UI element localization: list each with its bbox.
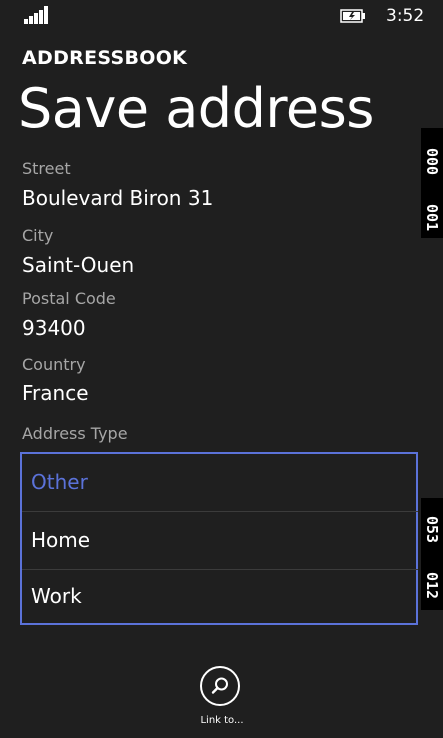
edge-badge-bottom-b: 012 (423, 572, 441, 600)
link-to-button[interactable] (200, 666, 240, 706)
address-type-option-work[interactable]: Work (22, 568, 418, 625)
edge-badge-top-a: 000 (423, 148, 441, 176)
page-title: Save address (18, 77, 374, 140)
postal-code-value[interactable]: 93400 (22, 315, 86, 341)
address-type-listbox[interactable]: Other Home Work (20, 452, 418, 625)
city-value[interactable]: Saint-Ouen (22, 252, 134, 278)
address-type-option-other[interactable]: Other (22, 454, 418, 511)
country-label: Country (22, 355, 86, 374)
app-title: ADDRESSBOOK (22, 47, 188, 69)
clock: 3:52 (386, 6, 425, 26)
edge-badge-bottom: 053 012 (421, 498, 443, 610)
battery-charging-icon (340, 9, 365, 23)
country-value[interactable]: France (22, 380, 89, 406)
status-bar: 3:52 (0, 0, 443, 34)
search-icon (211, 677, 228, 694)
signal-strength-icon (24, 6, 50, 24)
city-label: City (22, 226, 54, 245)
street-label: Street (22, 159, 71, 178)
postal-code-label: Postal Code (22, 289, 116, 308)
edge-badge-bottom-a: 053 (423, 516, 441, 544)
link-to-label: Link to... (200, 715, 244, 726)
street-value[interactable]: Boulevard Biron 31 (22, 185, 213, 211)
edge-badge-top-b: 001 (423, 204, 441, 232)
address-type-option-home[interactable]: Home (22, 512, 418, 569)
edge-badge-top: 000 001 (421, 128, 443, 238)
address-type-label: Address Type (22, 424, 128, 443)
